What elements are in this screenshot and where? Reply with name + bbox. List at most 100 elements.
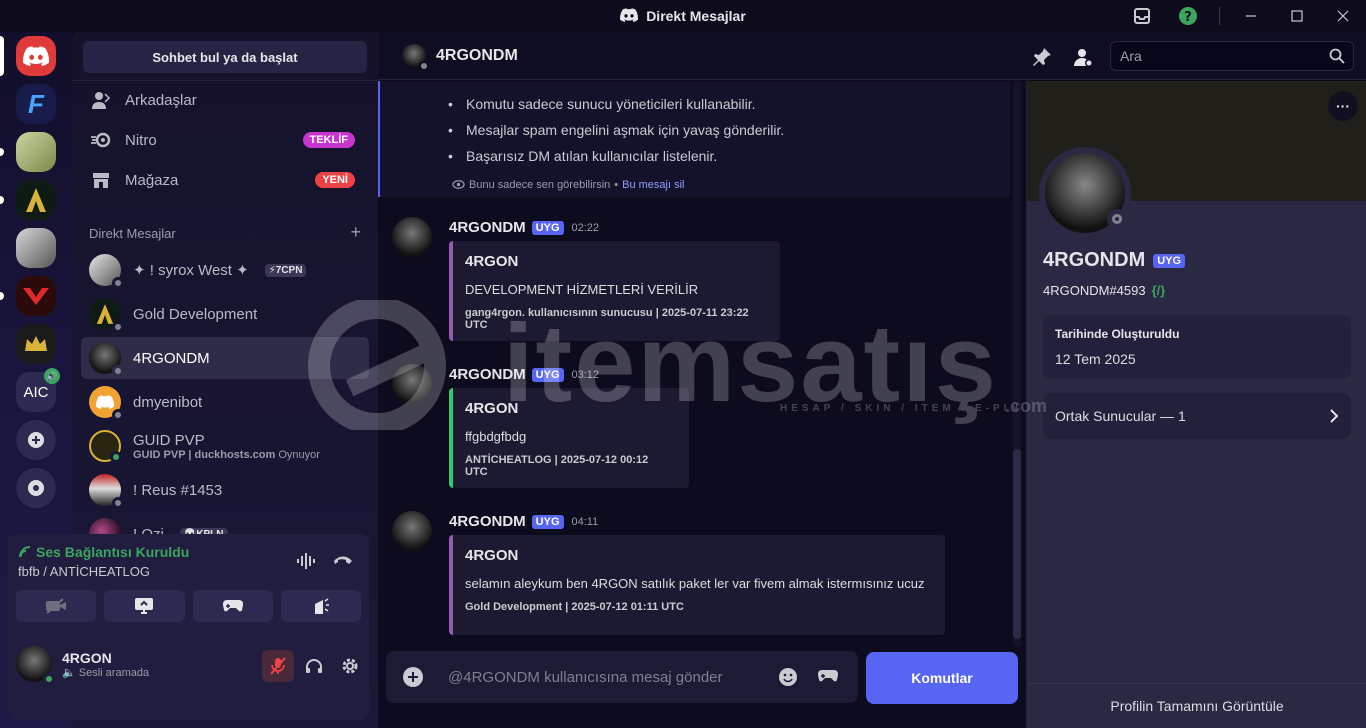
user-panel[interactable]: 4RGON 🔈 Sesli aramada (16, 638, 361, 690)
svg-text:?: ? (1184, 10, 1192, 25)
discord-logo-icon (620, 7, 639, 25)
eye-icon (452, 180, 465, 189)
server-aic[interactable]: AIC 🔊 (16, 368, 60, 412)
chat-scrollbar[interactable] (1013, 81, 1021, 647)
gear-icon (342, 658, 358, 674)
message-avatar[interactable] (392, 217, 432, 257)
soundboard-icon (314, 598, 329, 614)
server-discord-home[interactable] (0, 36, 56, 76)
server-crown[interactable] (16, 324, 56, 364)
message-author[interactable]: 4RGONDM (449, 366, 526, 383)
search-input[interactable]: Ara (1110, 41, 1354, 71)
discover-button[interactable] (16, 468, 56, 508)
commands-button[interactable]: Komutlar (866, 652, 1018, 704)
profile-avatar[interactable] (1039, 147, 1131, 239)
nav-shop-label: Mağaza (125, 171, 179, 189)
add-server-button[interactable] (16, 420, 56, 460)
nav-friends-label: Arkadaşlar (125, 91, 197, 109)
app-badge: UYG (531, 220, 564, 235)
message-timestamp: 02:22 (571, 221, 600, 234)
dm-item-reus[interactable]: ! Reus #1453 (81, 469, 369, 511)
voice-connected-label: Ses Bağlantısı Kuruldu (18, 544, 189, 560)
message-timestamp: 03:12 (571, 368, 600, 381)
friends-icon (89, 88, 113, 112)
nav-shop[interactable]: Mağaza YENİ (81, 160, 369, 200)
help-icon[interactable]: ? (1165, 0, 1211, 32)
input-placeholder: @4RGONDM kullanıcısına mesaj gönder (448, 668, 723, 686)
unread-pill (0, 148, 4, 156)
find-conversation-button[interactable]: Sohbet bul ya da başlat (83, 41, 367, 73)
message-input[interactable]: @4RGONDM kullanıcısına mesaj gönder (386, 651, 858, 703)
deafen-button[interactable] (298, 650, 330, 682)
message-avatar[interactable] (392, 511, 432, 551)
voice-speaker-icon: 🔊 (44, 368, 60, 384)
dm-item-gold-development[interactable]: Gold Development (81, 293, 369, 335)
shop-icon (89, 168, 113, 192)
dm-item-guid-pvp[interactable]: GUID PVP GUID PVP | duckhosts.com Oynuyo… (81, 425, 369, 467)
avatar (89, 474, 124, 509)
inbox-icon[interactable] (1119, 0, 1165, 32)
camera-off-button[interactable] (16, 590, 97, 622)
mute-button[interactable] (262, 650, 294, 682)
message-avatar[interactable] (392, 364, 432, 404)
online-status (43, 673, 55, 685)
more-options-button[interactable]: ··· (1328, 91, 1358, 121)
nav-nitro[interactable]: Nitro TEKLİF (81, 120, 369, 160)
attach-button[interactable] (402, 666, 424, 693)
headphones-icon (306, 659, 322, 673)
disconnect-icon[interactable] (332, 552, 354, 571)
soundboard-button[interactable] (280, 590, 361, 622)
dm-item-syrox[interactable]: ✦ ! syrox West ✦ ⚡7CPN (81, 249, 369, 291)
message-author[interactable]: 4RGONDM (449, 513, 526, 530)
created-card: Tarihinde Oluşturuldu 12 Tem 2025 (1043, 315, 1351, 379)
app-badge: UYG (531, 514, 564, 529)
activity-button[interactable] (817, 669, 839, 688)
embed-title: 4RGON (465, 400, 519, 417)
dismiss-message-link[interactable]: Bu mesajı sil (622, 179, 684, 191)
settings-button[interactable] (334, 650, 366, 682)
view-full-profile-button[interactable]: Profilin Tamamını Görüntüle (1027, 683, 1366, 728)
user-avatar (16, 646, 55, 685)
signal-icon (19, 546, 31, 558)
server-f[interactable]: F (16, 84, 56, 124)
message-author[interactable]: 4RGONDM (449, 219, 526, 236)
offer-badge: TEKLİF (302, 132, 355, 148)
ephemeral-message: Komutu sadece sunucu yöneticileri kullan… (378, 81, 1010, 197)
profile-panel: ··· 4RGONDM UYG 4RGONDM#4593 {/} Tarihin… (1026, 81, 1366, 728)
discord-logo-icon (23, 46, 49, 66)
server-money[interactable] (0, 132, 56, 172)
dm-item-dmyenibot[interactable]: dmyenibot (81, 381, 369, 423)
compass-icon (28, 480, 44, 496)
chat-header: 4RGONDM Ara (378, 32, 1366, 80)
offline-status (1107, 209, 1127, 229)
scrollbar-thumb[interactable] (1013, 449, 1021, 639)
screen-share-button[interactable] (104, 590, 185, 622)
pin-icon[interactable] (1032, 47, 1052, 72)
gold-logo-icon (96, 304, 114, 324)
mutual-servers-button[interactable]: Ortak Sunucular — 1 (1043, 393, 1351, 439)
user-profile-icon[interactable] (1072, 46, 1094, 73)
avatar (89, 342, 124, 377)
create-dm-button[interactable]: + (350, 223, 361, 241)
ephemeral-note: Bunu sadece sen görebilirsin • Bu mesajı… (452, 178, 684, 191)
server-gold-development[interactable] (0, 180, 56, 220)
emoji-button[interactable] (778, 667, 798, 692)
offline-status (112, 497, 124, 509)
offline-status (112, 277, 124, 289)
activities-button[interactable] (192, 590, 273, 622)
message-timestamp: 04:11 (571, 515, 599, 528)
dm-item-4rgondm[interactable]: 4RGONDM (81, 337, 369, 379)
nav-friends[interactable]: Arkadaşlar (81, 80, 369, 120)
embed-title: 4RGON (465, 547, 519, 564)
embed-title: 4RGON (465, 253, 519, 270)
noise-suppression-icon[interactable] (296, 552, 316, 575)
minimize-icon[interactable] (1228, 0, 1274, 32)
server-v[interactable] (0, 276, 56, 316)
voice-channel-label[interactable]: fbfb / ANTİCHEATLOG (18, 564, 150, 579)
server-hand[interactable] (16, 228, 56, 268)
avatar (89, 430, 122, 463)
maximize-icon[interactable] (1274, 0, 1320, 32)
close-icon[interactable] (1320, 0, 1366, 32)
slash-commands-icon: {/} (1151, 283, 1166, 298)
ephemeral-list: Komutu sadece sunucu yöneticileri kullan… (448, 91, 784, 169)
